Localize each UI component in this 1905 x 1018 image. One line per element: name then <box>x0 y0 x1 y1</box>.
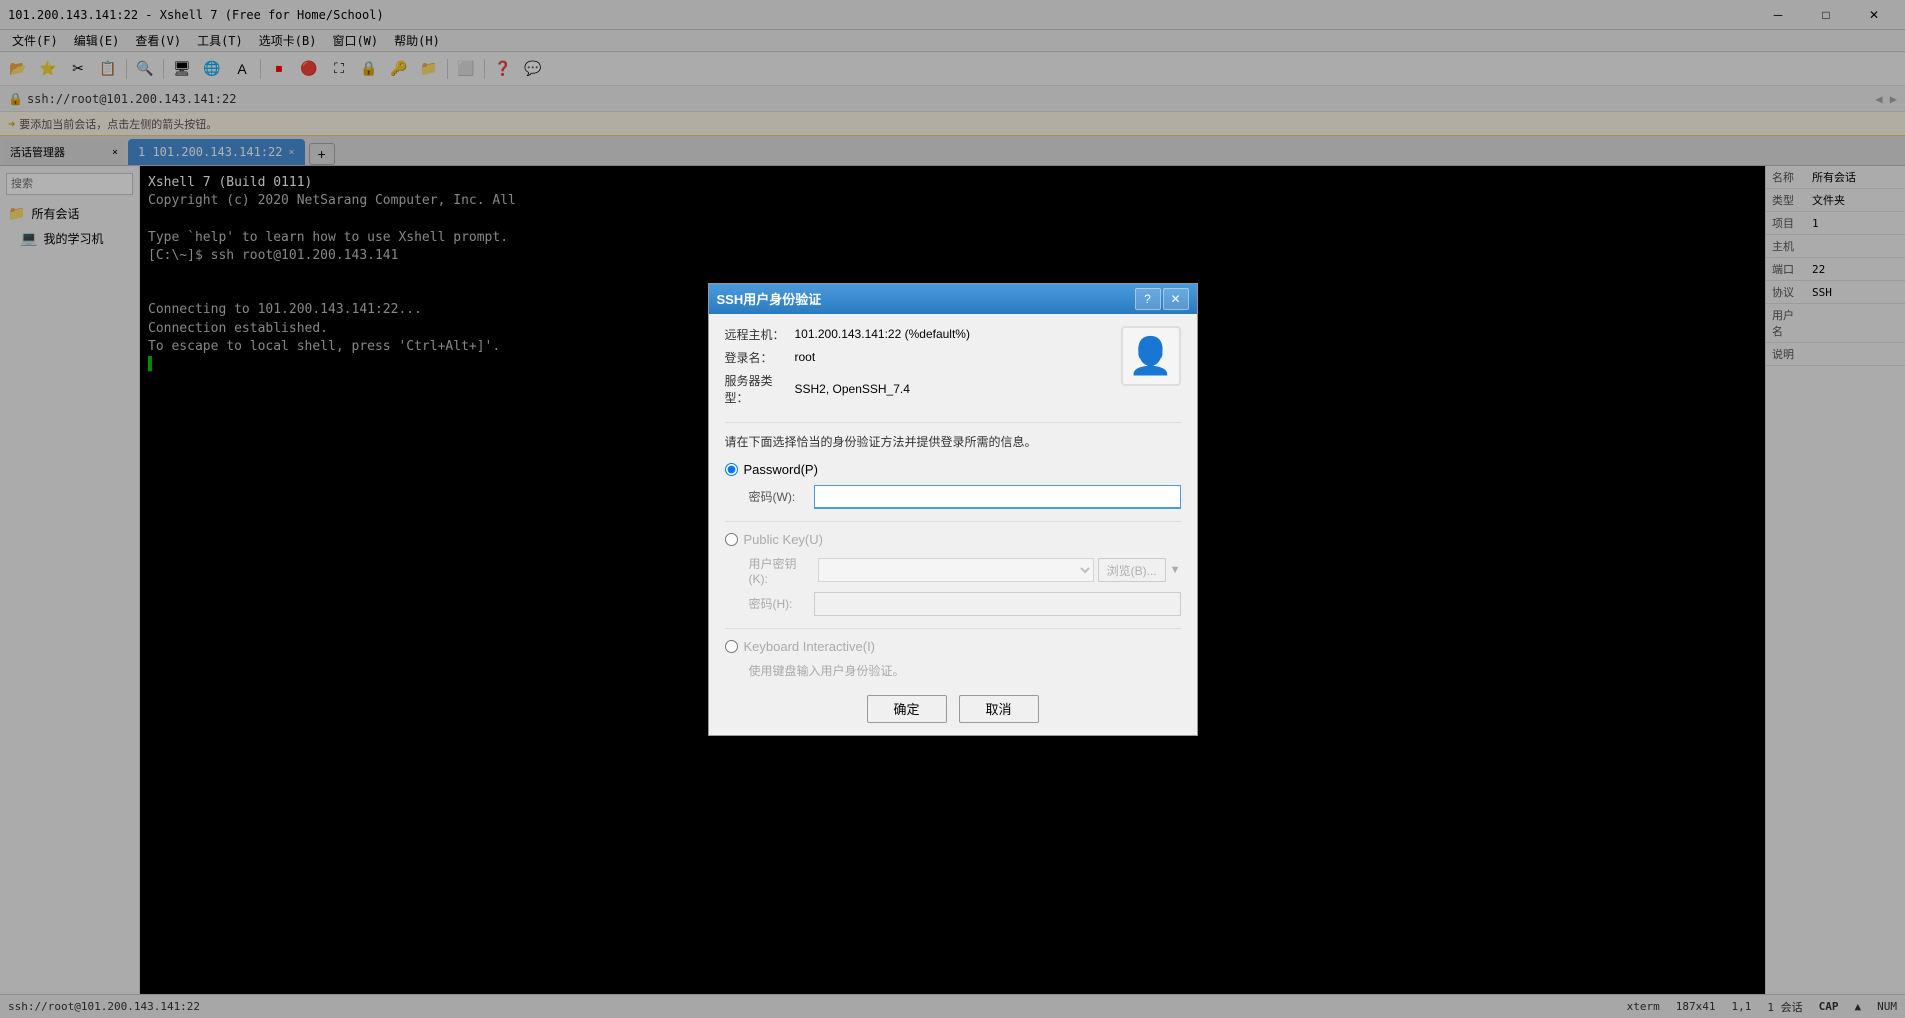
ok-button[interactable]: 确定 <box>867 695 947 723</box>
password-radio-row: Password(P) <box>725 462 1181 477</box>
dialog-overlay: SSH用户身份验证 ? ✕ 远程主机： 101.200.143.141:22 (… <box>0 0 1905 1018</box>
user-key-select[interactable] <box>818 558 1094 582</box>
dropdown-icon: ▼ <box>1170 564 1181 576</box>
keyboard-radio-row: Keyboard Interactive(I) <box>725 639 1181 654</box>
password-field-label: 密码(W): <box>749 488 814 505</box>
password-radio[interactable] <box>725 463 738 476</box>
keyboard-label[interactable]: Keyboard Interactive(I) <box>744 639 876 654</box>
password-label[interactable]: Password(P) <box>744 462 818 477</box>
passphrase-label: 密码(H): <box>749 595 814 612</box>
user-key-row: 用户密钥(K): 浏览(B)... ▼ <box>749 555 1181 586</box>
browse-button[interactable]: 浏览(B)... <box>1098 558 1166 582</box>
public-key-label[interactable]: Public Key(U) <box>744 532 823 547</box>
dialog-buttons: 确定 取消 <box>709 683 1197 735</box>
remote-host-label: 远程主机： <box>725 326 795 343</box>
dialog-server-type-row: 服务器类型： SSH2, OpenSSH_7.4 <box>725 372 1113 406</box>
dialog-sep-2 <box>725 521 1181 522</box>
avatar-icon: 👤 <box>1128 335 1173 377</box>
keyboard-section: Keyboard Interactive(I) 使用键盘输入用户身份验证。 <box>725 639 1181 679</box>
dialog-login-row: 登录名： root <box>725 349 1113 366</box>
dialog-help-btn[interactable]: ? <box>1135 288 1161 310</box>
dialog-remote-host-row: 远程主机： 101.200.143.141:22 (%default%) <box>725 326 1113 343</box>
public-key-radio[interactable] <box>725 533 738 546</box>
login-label: 登录名： <box>725 349 795 366</box>
dialog-body: 远程主机： 101.200.143.141:22 (%default%) 登录名… <box>709 314 1197 679</box>
auth-dialog: SSH用户身份验证 ? ✕ 远程主机： 101.200.143.141:22 (… <box>708 283 1198 736</box>
dialog-close-btn[interactable]: ✕ <box>1163 288 1189 310</box>
password-input[interactable] <box>814 485 1181 509</box>
public-key-section: Public Key(U) 用户密钥(K): 浏览(B)... ▼ 密码(H): <box>725 532 1181 616</box>
password-field-row: 密码(W): <box>749 485 1181 509</box>
pubkey-radio-row: Public Key(U) <box>725 532 1181 547</box>
dialog-info-fields: 远程主机： 101.200.143.141:22 (%default%) 登录名… <box>725 326 1113 412</box>
dialog-description: 请在下面选择恰当的身份验证方法并提供登录所需的信息。 <box>725 433 1181 450</box>
dialog-sep-3 <box>725 628 1181 629</box>
server-type-label: 服务器类型： <box>725 372 795 406</box>
dialog-title-bar: SSH用户身份验证 ? ✕ <box>709 284 1197 314</box>
server-type-value: SSH2, OpenSSH_7.4 <box>795 382 1113 396</box>
dialog-info-section: 远程主机： 101.200.143.141:22 (%default%) 登录名… <box>725 326 1181 412</box>
dialog-title-text: SSH用户身份验证 <box>717 289 822 308</box>
keyboard-radio[interactable] <box>725 640 738 653</box>
keyboard-desc: 使用键盘输入用户身份验证。 <box>749 662 1181 679</box>
user-avatar: 👤 <box>1121 326 1181 386</box>
dialog-sep-1 <box>725 422 1181 423</box>
passphrase-input[interactable] <box>814 592 1181 616</box>
login-value: root <box>795 350 1113 364</box>
passphrase-row: 密码(H): <box>749 592 1181 616</box>
user-key-label: 用户密钥(K): <box>749 555 814 586</box>
remote-host-value: 101.200.143.141:22 (%default%) <box>795 327 1113 341</box>
cancel-button[interactable]: 取消 <box>959 695 1039 723</box>
password-section: Password(P) 密码(W): <box>725 462 1181 509</box>
